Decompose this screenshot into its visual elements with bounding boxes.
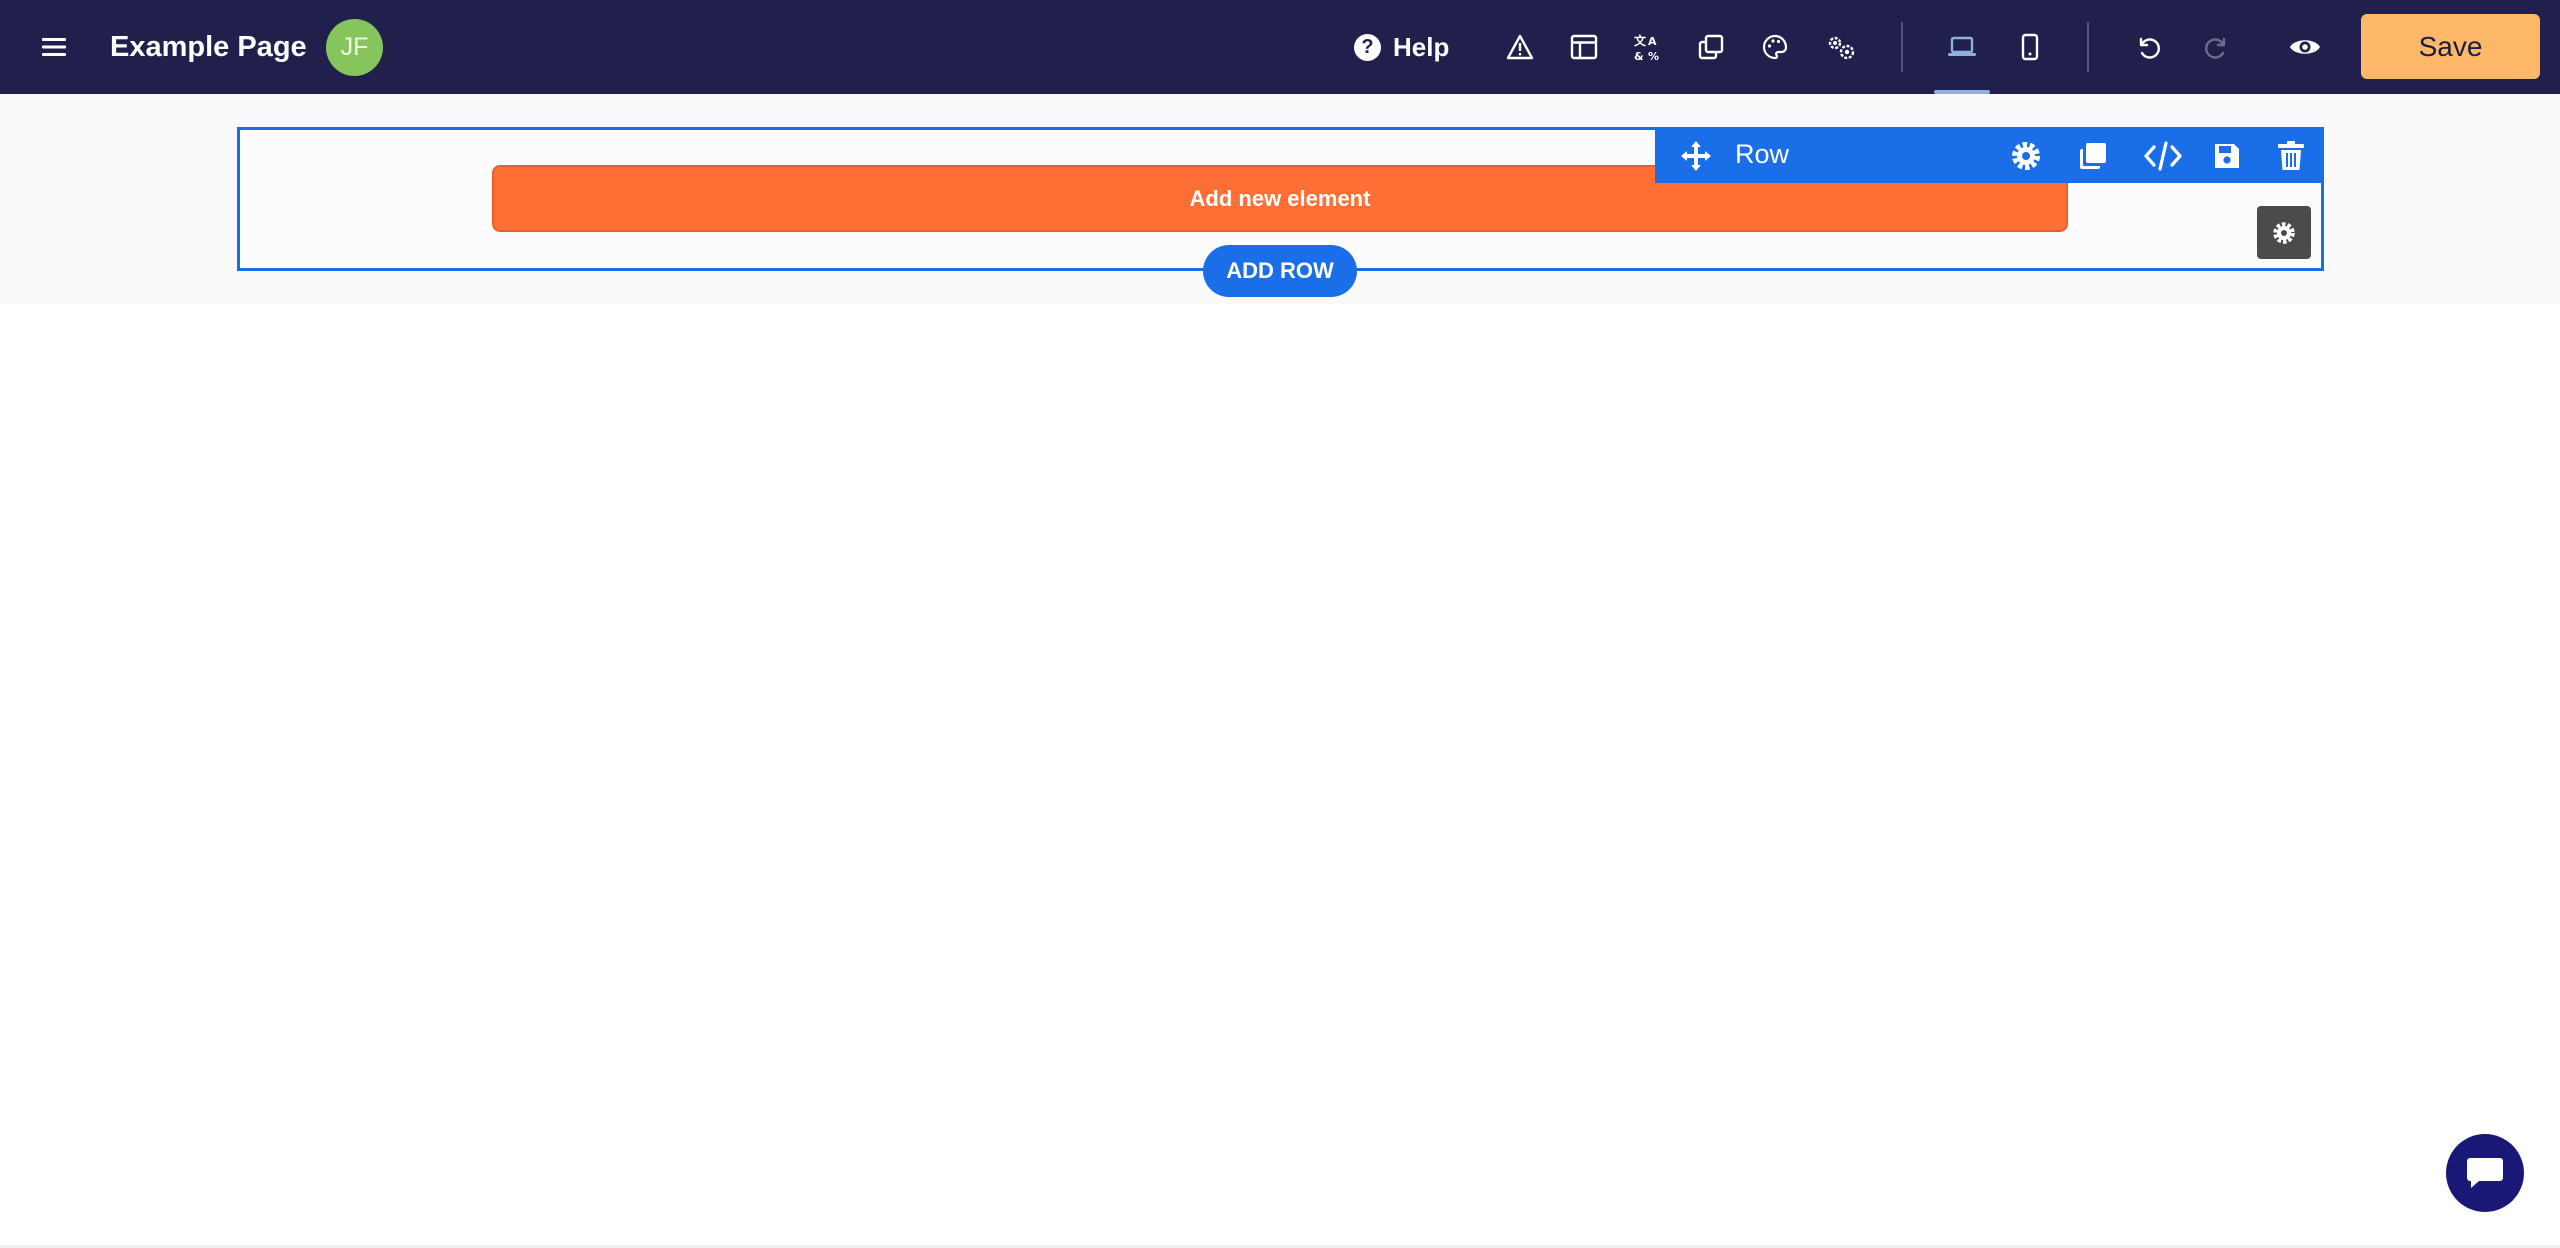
chat-icon[interactable] [2446, 1134, 2524, 1212]
redo-icon[interactable] [2197, 27, 2237, 67]
toolbar-divider [2087, 22, 2089, 72]
desktop-view-icon[interactable] [1942, 27, 1982, 67]
row-toolbar: Row [1655, 127, 2324, 183]
move-icon[interactable] [1679, 139, 1713, 173]
hamburger-menu-icon[interactable] [34, 27, 74, 67]
top-bar: Example Page JF ? Help 文 A &% Save [0, 0, 2560, 94]
column-settings-gear-icon[interactable] [2257, 206, 2311, 259]
warning-icon[interactable] [1500, 27, 1540, 67]
palette-icon[interactable] [1755, 27, 1795, 67]
svg-text:&: & [1634, 50, 1644, 62]
undo-icon[interactable] [2128, 27, 2168, 67]
svg-text:文: 文 [1634, 33, 1647, 48]
help-button[interactable]: ? Help [1354, 26, 1449, 68]
help-label: Help [1393, 31, 1450, 62]
layout-icon[interactable] [1564, 27, 1604, 67]
toolbar-divider [1901, 22, 1903, 72]
avatar[interactable]: JF [326, 19, 383, 76]
copy-icon[interactable] [1691, 27, 1731, 67]
settings-gears-icon[interactable] [1821, 27, 1861, 67]
preview-eye-icon[interactable] [2285, 27, 2325, 67]
delete-trash-icon[interactable] [2274, 139, 2308, 173]
svg-text:A: A [1648, 35, 1657, 48]
save-row-icon[interactable] [2210, 139, 2244, 173]
code-icon[interactable] [2143, 139, 2182, 173]
save-button[interactable]: Save [2361, 14, 2540, 79]
page-title: Example Page [110, 30, 307, 63]
svg-text:%: % [1648, 50, 1659, 62]
mobile-view-icon[interactable] [2010, 27, 2050, 67]
row-settings-gear-icon[interactable] [2009, 139, 2043, 173]
duplicate-icon[interactable] [2076, 139, 2110, 173]
question-circle-icon: ? [1354, 33, 1381, 61]
row-label: Row [1735, 139, 1790, 169]
translate-icon[interactable]: 文 A &% [1628, 27, 1668, 67]
add-row-button[interactable]: ADD ROW [1203, 245, 1357, 297]
